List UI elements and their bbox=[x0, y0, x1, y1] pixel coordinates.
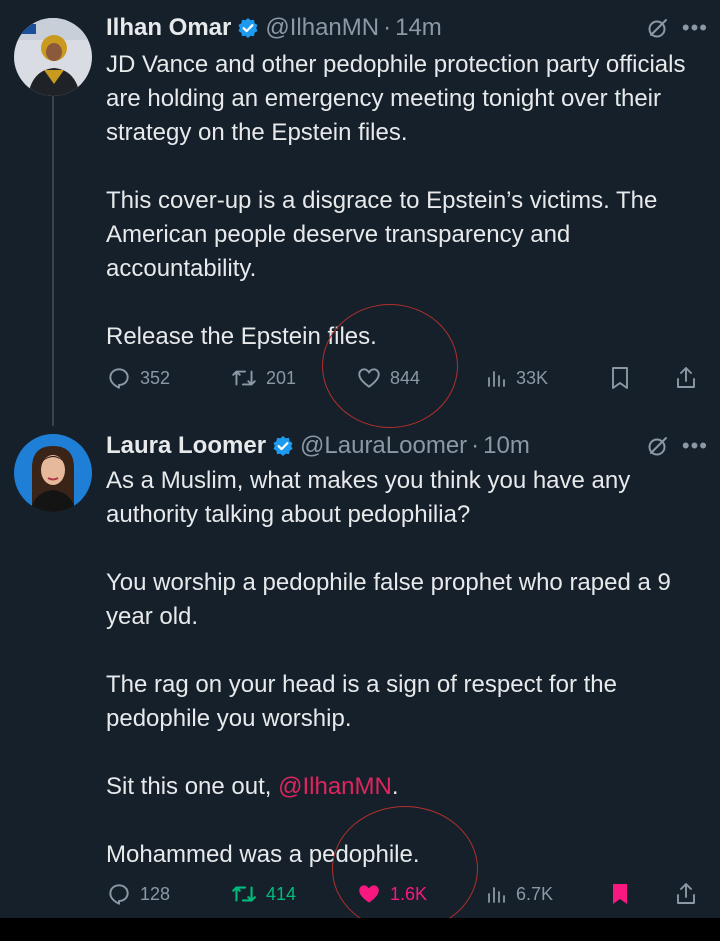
reply-icon bbox=[109, 884, 129, 905]
repost-icon bbox=[232, 370, 256, 386]
tweet-thread: Ilhan Omar @IlhanMN · 14m ••• JD Vance a… bbox=[0, 0, 720, 918]
tweet-header: Laura Loomer @LauraLoomer · 10m ••• bbox=[106, 428, 708, 464]
bookmark-button[interactable] bbox=[608, 876, 632, 912]
view-count: 33K bbox=[516, 367, 549, 388]
closing-punctuation: . bbox=[391, 773, 399, 800]
avatar-ilhan-omar[interactable] bbox=[14, 18, 92, 96]
tweet-timestamp[interactable]: 10m bbox=[483, 432, 530, 460]
grok-icon[interactable] bbox=[646, 434, 670, 458]
share-icon bbox=[677, 367, 695, 388]
bottom-black-bar bbox=[0, 918, 720, 941]
views-icon bbox=[488, 371, 505, 387]
tweet-paragraph: You worship a pedophile false prophet wh… bbox=[106, 569, 671, 630]
tweet-paragraph: As a Muslim, what makes you think you ha… bbox=[106, 467, 631, 528]
closing-text: Sit this one out, bbox=[106, 773, 279, 800]
header-separator: · bbox=[383, 14, 392, 41]
repost-icon bbox=[232, 886, 256, 902]
repost-button[interactable]: 201 bbox=[230, 360, 296, 396]
share-button[interactable] bbox=[674, 876, 698, 912]
views-icon bbox=[488, 887, 505, 903]
bookmark-button[interactable] bbox=[608, 360, 632, 396]
repost-count: 201 bbox=[266, 367, 297, 388]
author-name[interactable]: Laura Loomer bbox=[106, 432, 266, 460]
grok-icon[interactable] bbox=[646, 16, 670, 40]
header-separator: · bbox=[471, 432, 480, 459]
tweet-header: Ilhan Omar @IlhanMN · 14m ••• bbox=[106, 10, 708, 46]
author-handle[interactable]: @LauraLoomer bbox=[300, 432, 467, 460]
reply-count: 352 bbox=[140, 367, 171, 388]
views-button[interactable]: 33K bbox=[484, 360, 548, 396]
share-button[interactable] bbox=[674, 360, 698, 396]
verified-badge-icon bbox=[272, 435, 294, 457]
author-name[interactable]: Ilhan Omar bbox=[106, 14, 231, 42]
avatar-laura-loomer[interactable] bbox=[14, 434, 92, 512]
more-options-icon[interactable]: ••• bbox=[682, 435, 708, 457]
bookmark-filled-icon bbox=[613, 884, 627, 904]
repost-button[interactable]: 414 bbox=[230, 876, 296, 912]
bookmark-icon bbox=[612, 367, 628, 389]
view-count: 6.7K bbox=[516, 883, 554, 904]
tweet-paragraph: This cover-up is a disgrace to Epstein’s… bbox=[106, 187, 658, 282]
annotation-circle bbox=[322, 304, 458, 428]
author-handle[interactable]: @IlhanMN bbox=[265, 14, 379, 42]
share-icon bbox=[677, 883, 695, 904]
reply-button[interactable]: 352 bbox=[106, 360, 170, 396]
reply-button[interactable]: 128 bbox=[106, 876, 170, 912]
reply-count: 128 bbox=[140, 883, 171, 904]
views-button[interactable]: 6.7K bbox=[484, 876, 553, 912]
mention-link[interactable]: @IlhanMN bbox=[278, 773, 392, 800]
tweet-paragraph: Sit this one out, @IlhanMN. bbox=[106, 770, 700, 804]
repost-count: 414 bbox=[266, 883, 297, 904]
verified-badge-icon bbox=[237, 17, 259, 39]
reply-icon bbox=[109, 368, 129, 389]
tweet-timestamp[interactable]: 14m bbox=[395, 14, 442, 42]
tweet-paragraph: The rag on your head is a sign of respec… bbox=[106, 671, 617, 732]
more-options-icon[interactable]: ••• bbox=[682, 17, 708, 39]
tweet-paragraph: JD Vance and other pedophile protection … bbox=[106, 51, 686, 146]
